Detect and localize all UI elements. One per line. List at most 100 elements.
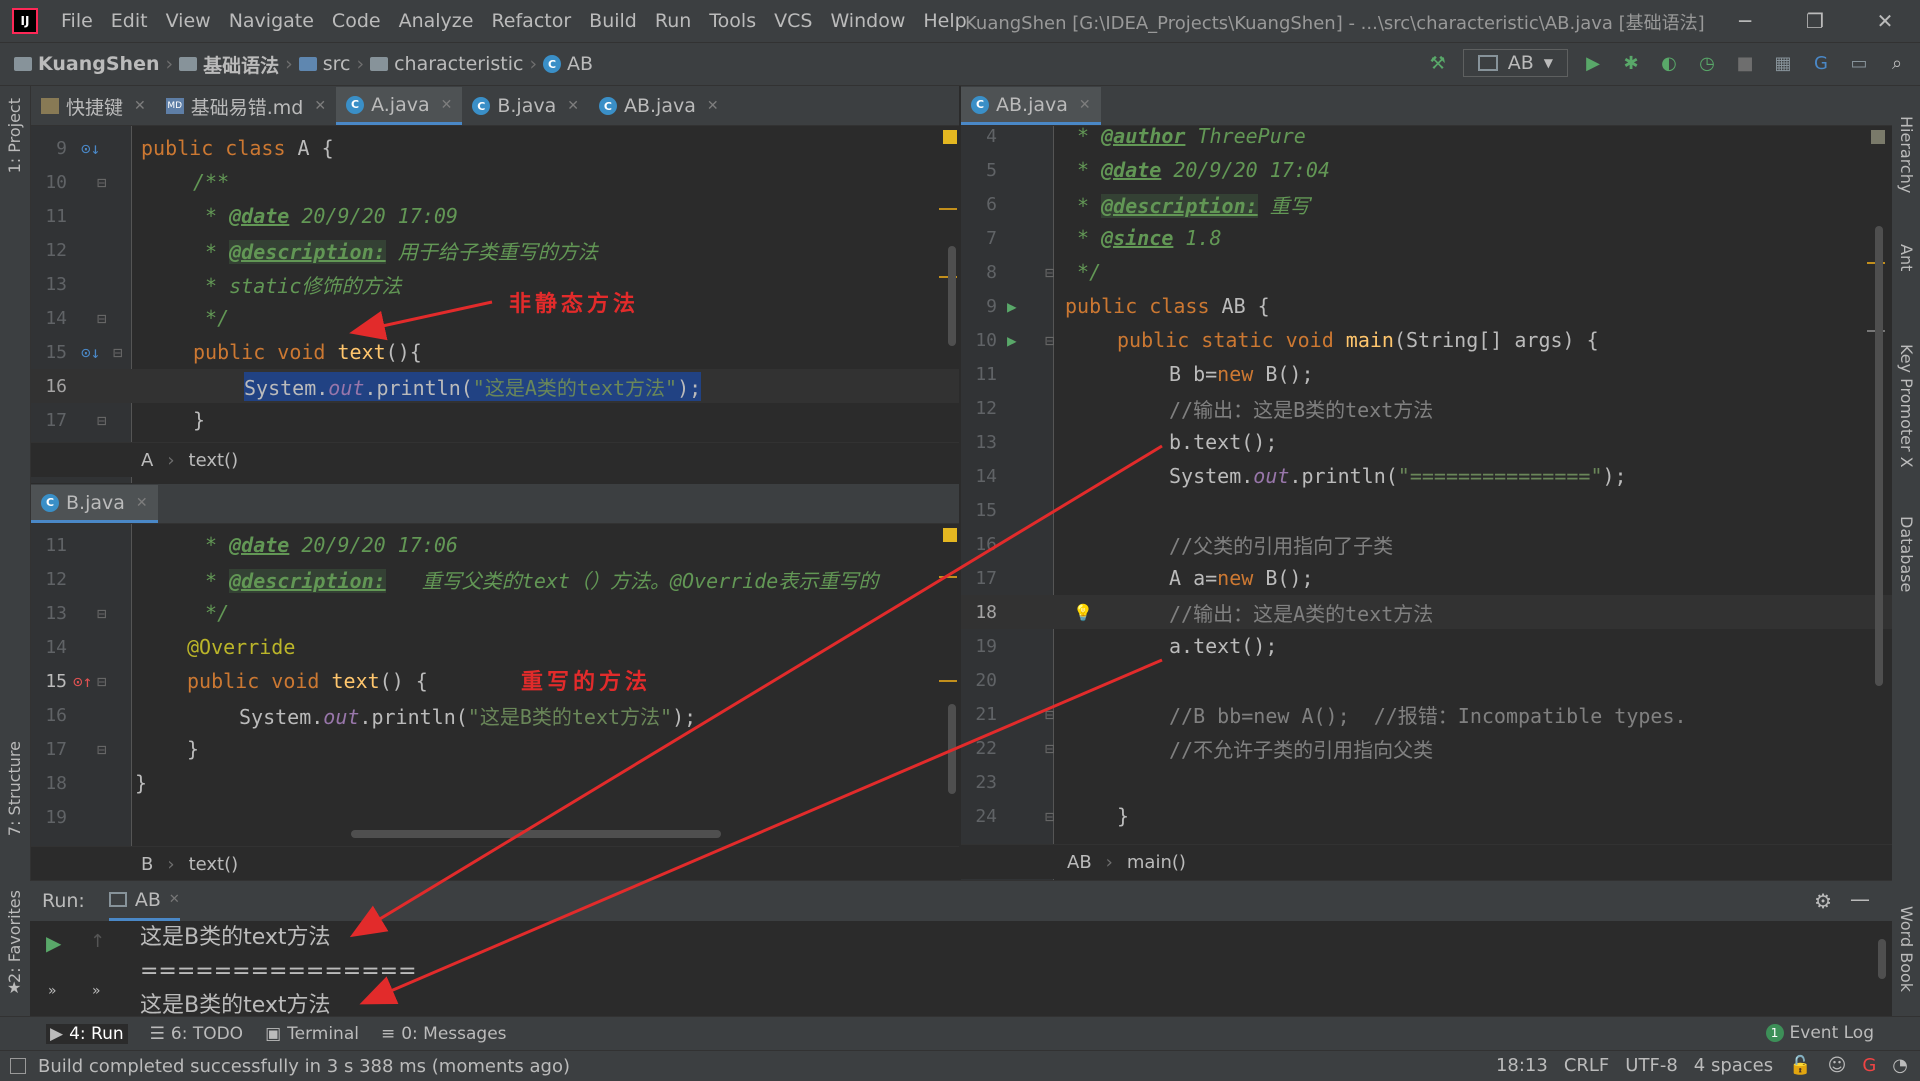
vertical-scrollbar[interactable] [948, 246, 956, 346]
close-icon[interactable]: ✕ [1079, 97, 1091, 113]
fold-icon[interactable]: ⊟ [97, 740, 107, 759]
error-stripe[interactable] [939, 680, 957, 682]
crumb-module[interactable]: 基础语法 [203, 51, 279, 78]
status-toggle-icon[interactable] [10, 1058, 26, 1074]
event-log-button[interactable]: 1 Event Log [1765, 1023, 1874, 1043]
minimize-icon[interactable]: ─ [1710, 0, 1780, 42]
overrides-icon[interactable]: ⊙↑ [73, 672, 92, 691]
crumb-class[interactable]: B [141, 854, 153, 875]
warning-marker[interactable] [943, 130, 957, 144]
menu-edit[interactable]: Edit [102, 10, 157, 32]
vertical-scrollbar[interactable] [1875, 226, 1883, 686]
translate-icon[interactable]: G [1808, 50, 1834, 76]
crumb-method[interactable]: text() [189, 450, 239, 471]
console-output[interactable]: 这是B类的text方法 =============== 这是B类的text方法 [140, 921, 417, 1023]
messages-tool-button[interactable]: ≡ 0: Messages [381, 1024, 507, 1044]
menu-code[interactable]: Code [323, 10, 390, 32]
menu-window[interactable]: Window [821, 10, 914, 32]
implemented-icon[interactable]: ⊙↓ [81, 139, 100, 158]
menu-file[interactable]: File [52, 10, 102, 32]
run-tab[interactable]: AB ✕ [108, 881, 180, 921]
todo-tool-button[interactable]: ☰ 6: TODO [150, 1024, 243, 1044]
close-icon[interactable]: ✕ [441, 97, 453, 113]
indent-setting[interactable]: 4 spaces [1694, 1055, 1773, 1076]
tab-markdown[interactable]: MD 基础易错.md ✕ [156, 87, 336, 125]
project-structure-icon[interactable]: ▦ [1770, 50, 1796, 76]
coverage-icon[interactable]: ◐ [1656, 50, 1682, 76]
warning-marker[interactable] [1871, 130, 1885, 144]
word-book-tool-button[interactable]: Word Book [1897, 906, 1916, 992]
fold-icon[interactable]: ⊟ [97, 173, 107, 192]
close-icon[interactable]: ✕ [314, 98, 326, 114]
run-icon[interactable]: ▶ [1580, 50, 1606, 76]
vertical-scrollbar[interactable] [1878, 939, 1886, 979]
stop-icon[interactable]: ■ [1732, 50, 1758, 76]
menu-vcs[interactable]: VCS [765, 10, 821, 32]
crumb-class[interactable]: AB [1067, 852, 1092, 873]
error-stripe[interactable] [939, 576, 957, 578]
menu-view[interactable]: View [157, 10, 220, 32]
close-icon[interactable]: ✕ [169, 892, 180, 907]
crumb-method[interactable]: main() [1127, 852, 1186, 873]
structure-tool-button[interactable]: 7: Structure [5, 741, 24, 836]
vertical-scrollbar[interactable] [948, 704, 956, 794]
close-icon[interactable]: ✕ [1850, 0, 1920, 42]
terminal-window-icon[interactable]: ▭ [1846, 50, 1872, 76]
tab-b-java[interactable]: C B.java ✕ [31, 485, 158, 523]
run-gutter-icon[interactable]: ▶ [1007, 331, 1017, 350]
project-tool-button[interactable]: 1: Project [5, 98, 24, 173]
close-icon[interactable]: ✕ [136, 495, 148, 511]
search-icon[interactable]: ⌕ [1884, 50, 1910, 76]
horizontal-scrollbar[interactable] [351, 830, 721, 838]
database-tool-button[interactable]: Database [1897, 516, 1916, 592]
crumb-project[interactable]: KuangShen [38, 53, 160, 75]
run-gutter-icon[interactable]: ▶ [1007, 297, 1017, 316]
tab-a-java[interactable]: C A.java ✕ [336, 87, 463, 125]
minimize-icon[interactable]: — [1850, 887, 1870, 911]
lightbulb-icon[interactable]: 💡 [1073, 603, 1093, 622]
file-encoding[interactable]: UTF-8 [1625, 1055, 1677, 1076]
close-icon[interactable]: ✕ [134, 98, 146, 114]
tab-b-java[interactable]: C B.java ✕ [462, 87, 589, 125]
crumb-class[interactable]: AB [567, 53, 593, 75]
fold-icon[interactable]: ⊟ [1045, 263, 1055, 282]
menu-build[interactable]: Build [580, 10, 646, 32]
crumb-package[interactable]: characteristic [394, 53, 523, 75]
restore-icon[interactable]: ❐ [1780, 0, 1850, 42]
inspector-icon[interactable]: ☺ [1828, 1055, 1847, 1076]
memory-icon[interactable]: ◔ [1892, 1055, 1908, 1076]
google-icon[interactable]: G [1862, 1055, 1876, 1076]
build-hammer-icon[interactable]: ⚒ [1425, 50, 1451, 76]
fold-icon[interactable]: ⊟ [1045, 807, 1055, 826]
lock-icon[interactable]: 🔓 [1789, 1055, 1811, 1076]
crumb-src[interactable]: src [323, 53, 351, 75]
warning-marker[interactable] [943, 528, 957, 542]
fold-icon[interactable]: ⊟ [97, 604, 107, 623]
debug-icon[interactable]: ✱ [1618, 50, 1644, 76]
run-tool-button[interactable]: ▶ 4: Run [46, 1024, 128, 1044]
gear-icon[interactable]: ⚙ [1814, 889, 1832, 913]
more-actions-icon[interactable]: » [48, 983, 57, 999]
crumb-method[interactable]: text() [189, 854, 239, 875]
fold-icon[interactable]: ⊟ [113, 343, 123, 362]
caret-position[interactable]: 18:13 [1496, 1055, 1548, 1076]
fold-icon[interactable]: ⊟ [1045, 739, 1055, 758]
close-icon[interactable]: ✕ [567, 98, 579, 114]
fold-icon[interactable]: ⊟ [97, 411, 107, 430]
fold-icon[interactable]: ⊟ [1045, 705, 1055, 724]
fold-icon[interactable]: ⊟ [97, 309, 107, 328]
fold-icon[interactable]: ⊟ [1045, 331, 1055, 350]
arrow-up-icon[interactable]: ↑ [90, 931, 105, 952]
tab-ab-java[interactable]: C AB.java ✕ [589, 87, 729, 125]
menu-run[interactable]: Run [646, 10, 700, 32]
terminal-tool-button[interactable]: ▣ Terminal [265, 1024, 359, 1044]
menu-navigate[interactable]: Navigate [220, 10, 323, 32]
more-actions-icon[interactable]: » [92, 983, 101, 999]
error-stripe[interactable] [939, 208, 957, 210]
line-separator[interactable]: CRLF [1564, 1055, 1609, 1076]
hierarchy-tool-button[interactable]: Hierarchy [1897, 116, 1916, 193]
fold-icon[interactable]: ⊟ [97, 672, 107, 691]
menu-refactor[interactable]: Refactor [482, 10, 580, 32]
run-configuration-select[interactable]: AB ▼ [1462, 49, 1568, 77]
ant-tool-button[interactable]: Ant [1897, 244, 1916, 271]
